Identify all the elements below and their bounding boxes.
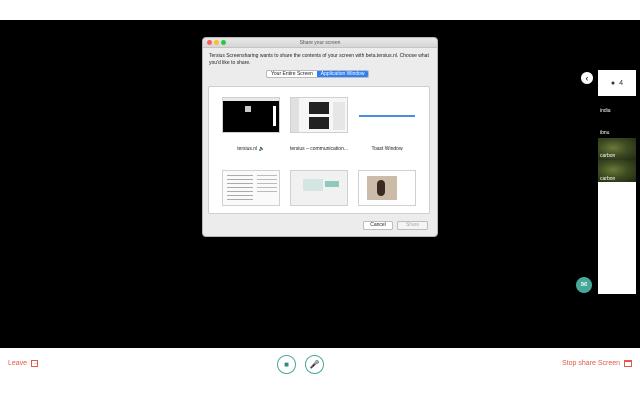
participant-name: ibnu (600, 130, 610, 136)
chevron-left-icon[interactable]: ‹ (581, 72, 593, 84)
microphone-icon: 🎤 (309, 360, 320, 369)
window-thumbnail-toast[interactable] (358, 97, 416, 133)
dialog-title: Share your screen (299, 40, 341, 46)
camera-toggle-button[interactable]: ■ (277, 355, 296, 374)
participant-count-value: 4 (619, 79, 624, 87)
screen-icon (624, 360, 632, 367)
window-thumbnail-tersius[interactable] (222, 97, 280, 133)
close-icon[interactable] (207, 40, 212, 45)
stop-share-label: Stop share Screen (562, 360, 620, 367)
maximize-icon[interactable] (221, 40, 226, 45)
window-label: tersius – communication... (289, 146, 349, 152)
person-icon: ● (610, 79, 616, 87)
cancel-button[interactable]: Cancel (363, 221, 393, 230)
window-thumbnail-document[interactable] (222, 170, 280, 206)
dialog-message: Tersius Screensharing wants to share the… (209, 53, 429, 66)
tab-entire-screen[interactable]: Your Entire Screen (267, 71, 317, 77)
exit-icon: → (31, 360, 39, 367)
minimize-icon[interactable] (214, 40, 219, 45)
window-thumbnail-communication[interactable] (290, 97, 348, 133)
participant-name: india (600, 108, 611, 114)
participant-count: ● 4 (598, 70, 636, 96)
stop-share-button[interactable]: Stop share Screen (562, 360, 632, 367)
participant-empty-slot (598, 182, 636, 294)
window-label: Toast Window (371, 146, 403, 152)
stage: ‹ ● 4 india ibnu carbon carbon ✉ Share y… (0, 0, 640, 400)
window-thumbnail-video[interactable] (358, 170, 416, 206)
share-type-tabs: Your Entire Screen Application Window (266, 70, 370, 78)
share-button[interactable]: Share (397, 221, 428, 230)
dialog-titlebar: Share your screen (203, 38, 437, 48)
leave-button[interactable]: Leave → (8, 360, 39, 367)
participant-name: carbon (600, 153, 616, 159)
leave-label: Leave (8, 360, 28, 367)
window-label: tersius.nl 🔈 (237, 146, 265, 152)
chat-icon[interactable]: ✉ (576, 277, 592, 293)
tab-application-window[interactable]: Application Window (316, 71, 369, 77)
top-bar (0, 0, 640, 20)
window-thumbnail-app[interactable] (290, 170, 348, 206)
microphone-toggle-button[interactable]: 🎤 (305, 355, 324, 374)
camera-icon: ■ (284, 360, 289, 369)
